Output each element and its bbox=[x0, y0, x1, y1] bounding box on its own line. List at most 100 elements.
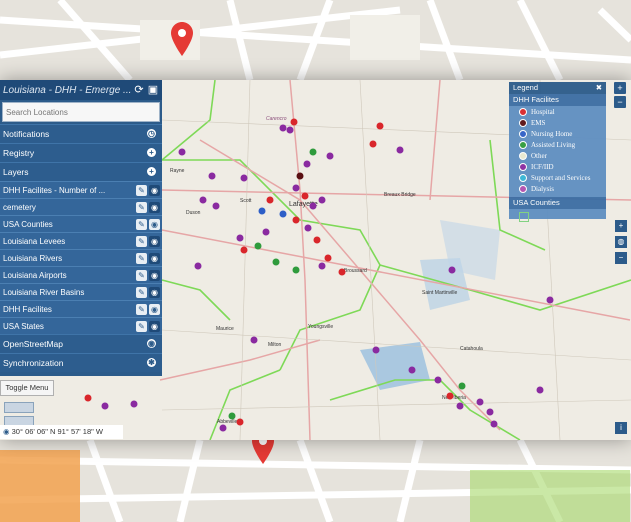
eye-icon[interactable]: ◉ bbox=[149, 184, 160, 196]
map-label-carencro: Carencro bbox=[266, 116, 287, 122]
location-pin-icon bbox=[171, 22, 193, 56]
legend-counties-title: USA Counties bbox=[509, 197, 606, 209]
legend-item-dialysis: Dialysis bbox=[509, 183, 606, 194]
section-registry[interactable]: Registry + bbox=[0, 143, 162, 162]
gis-app-window: Carencro Lafayette Youngsville Saint Mar… bbox=[0, 80, 631, 440]
section-notifications[interactable]: Notifications ◷ bbox=[0, 124, 162, 143]
edit-icon[interactable]: ✎ bbox=[136, 184, 147, 196]
layer-row[interactable]: cemetery ✎ ◉ bbox=[0, 198, 162, 215]
layer-row[interactable]: Louisiana Airports ✎ ◉ bbox=[0, 266, 162, 283]
zoom-out-button[interactable]: − bbox=[614, 96, 626, 108]
search-box bbox=[2, 102, 160, 122]
toggle-menu-button[interactable]: Toggle Menu bbox=[0, 380, 54, 396]
search-input[interactable] bbox=[3, 106, 159, 118]
edit-icon[interactable]: ✎ bbox=[136, 218, 147, 230]
support-icon bbox=[519, 173, 527, 182]
section-label: Registry bbox=[3, 148, 35, 158]
plus-icon: + bbox=[147, 167, 156, 176]
layer-label: Louisiana Levees bbox=[3, 236, 66, 246]
eye-icon[interactable]: ◉ bbox=[149, 252, 160, 264]
map-label-scott: Scott bbox=[240, 198, 252, 204]
section-synchronization[interactable]: Synchronization ✱ bbox=[0, 353, 162, 372]
map-label-duson: Duson bbox=[186, 210, 201, 216]
section-label: Notifications bbox=[3, 129, 50, 139]
legend-label: EMS bbox=[531, 118, 546, 127]
info-icon[interactable]: i bbox=[615, 422, 627, 434]
globe-icon[interactable]: ◍ bbox=[615, 236, 627, 248]
zoom-in-button[interactable]: + bbox=[615, 220, 627, 232]
plus-icon: + bbox=[147, 148, 156, 157]
eye-icon: ◉ bbox=[147, 339, 156, 348]
legend-item-other: Other bbox=[509, 150, 606, 161]
location-icon: ◉ bbox=[3, 427, 12, 436]
legend-item-assisted-living: Assisted Living bbox=[509, 139, 606, 150]
eye-icon[interactable]: ◉ bbox=[149, 303, 160, 315]
edit-icon[interactable]: ✎ bbox=[136, 320, 147, 332]
clock-icon: ◷ bbox=[147, 129, 156, 138]
edit-icon[interactable]: ✎ bbox=[136, 269, 147, 281]
other-icon bbox=[519, 151, 527, 160]
window-title: Louisiana - DHH - Emerge ... bbox=[3, 84, 131, 96]
control-button[interactable] bbox=[4, 402, 34, 413]
edit-icon[interactable]: ✎ bbox=[136, 303, 147, 315]
section-layers[interactable]: Layers + bbox=[0, 162, 162, 181]
layer-label: USA Counties bbox=[3, 219, 53, 229]
layer-label: USA States bbox=[3, 321, 44, 331]
map-label-saint-martinville: Saint Martinville bbox=[422, 290, 458, 296]
legend-label: Nursing Home bbox=[531, 129, 573, 138]
eye-icon[interactable]: ◉ bbox=[149, 269, 160, 281]
layout-icon[interactable]: ▣ bbox=[147, 84, 159, 96]
layer-row[interactable]: Louisiana Levees ✎ ◉ bbox=[0, 232, 162, 249]
zoom-in-button[interactable]: + bbox=[614, 82, 626, 94]
eye-icon[interactable]: ◉ bbox=[149, 286, 160, 298]
gear-icon: ✱ bbox=[147, 358, 156, 367]
legend-label: Assisted Living bbox=[531, 140, 576, 149]
refresh-icon[interactable]: ⟳ bbox=[133, 84, 145, 96]
layer-row[interactable]: DHH Facilites ✎ ◉ bbox=[0, 300, 162, 317]
layer-row[interactable]: USA States ✎ ◉ bbox=[0, 317, 162, 334]
map-label-youngsville: Youngsville bbox=[308, 324, 333, 330]
layer-row[interactable]: USA Counties ✎ ◉ bbox=[0, 215, 162, 232]
layer-label: DHH Facilites - Number of ... bbox=[3, 185, 106, 195]
edit-icon[interactable]: ✎ bbox=[136, 235, 147, 247]
edit-icon[interactable]: ✎ bbox=[136, 201, 147, 213]
layer-label: Louisiana Airports bbox=[3, 270, 67, 280]
section-openstreetmap[interactable]: OpenStreetMap ◉ bbox=[0, 334, 162, 353]
legend-panel: Legend ✖ DHH Facilites Hospital EMS Nursi… bbox=[509, 82, 606, 222]
map-label-milton: Milton bbox=[268, 342, 282, 348]
eye-icon[interactable]: ◉ bbox=[149, 218, 160, 230]
legend-label: Support and Services bbox=[531, 173, 591, 182]
layer-label: DHH Facilites bbox=[3, 304, 52, 314]
map-label-broussard: Broussard bbox=[344, 268, 367, 274]
close-icon[interactable]: ✖ bbox=[596, 82, 602, 94]
map-label-rayne: Rayne bbox=[170, 168, 185, 174]
section-label: Synchronization bbox=[3, 358, 64, 368]
eye-icon[interactable]: ◉ bbox=[149, 201, 160, 213]
legend-item-ems: EMS bbox=[509, 117, 606, 128]
map-label-abbeville: Abbeville bbox=[217, 419, 238, 425]
legend-label: ICF/IID bbox=[531, 162, 554, 171]
zoom-out-button[interactable]: − bbox=[615, 252, 627, 264]
layer-row[interactable]: DHH Facilites - Number of ... ✎ ◉ bbox=[0, 181, 162, 198]
zoom-controls: + − bbox=[614, 82, 628, 110]
legend-item-icf-iid: ICF/IID bbox=[509, 161, 606, 172]
legend-item-hospital: Hospital bbox=[509, 106, 606, 117]
ems-icon bbox=[519, 118, 527, 127]
layer-label: cemetery bbox=[3, 202, 36, 212]
dialysis-icon bbox=[519, 184, 527, 193]
coordinates-readout: ◉ 30° 06' 06" N 91° 57' 18" W bbox=[0, 425, 123, 439]
map-label-breaux-bridge: Breaux Bridge bbox=[384, 192, 416, 198]
assisted-living-icon bbox=[519, 140, 527, 149]
sidebar-titlebar: Louisiana - DHH - Emerge ... ⟳ ▣ bbox=[0, 80, 162, 100]
eye-icon[interactable]: ◉ bbox=[149, 235, 160, 247]
layer-row[interactable]: Louisiana River Basins ✎ ◉ bbox=[0, 283, 162, 300]
edit-icon[interactable]: ✎ bbox=[136, 252, 147, 264]
edit-icon[interactable]: ✎ bbox=[136, 286, 147, 298]
coordinates-text: 30° 06' 06" N 91° 57' 18" W bbox=[11, 427, 103, 436]
county-swatch-icon bbox=[519, 212, 529, 222]
icf-iid-icon bbox=[519, 162, 527, 171]
eye-icon[interactable]: ◉ bbox=[149, 320, 160, 332]
section-label: Layers bbox=[3, 167, 29, 177]
layer-row[interactable]: Louisiana Rivers ✎ ◉ bbox=[0, 249, 162, 266]
layer-label: Louisiana Rivers bbox=[3, 253, 63, 263]
